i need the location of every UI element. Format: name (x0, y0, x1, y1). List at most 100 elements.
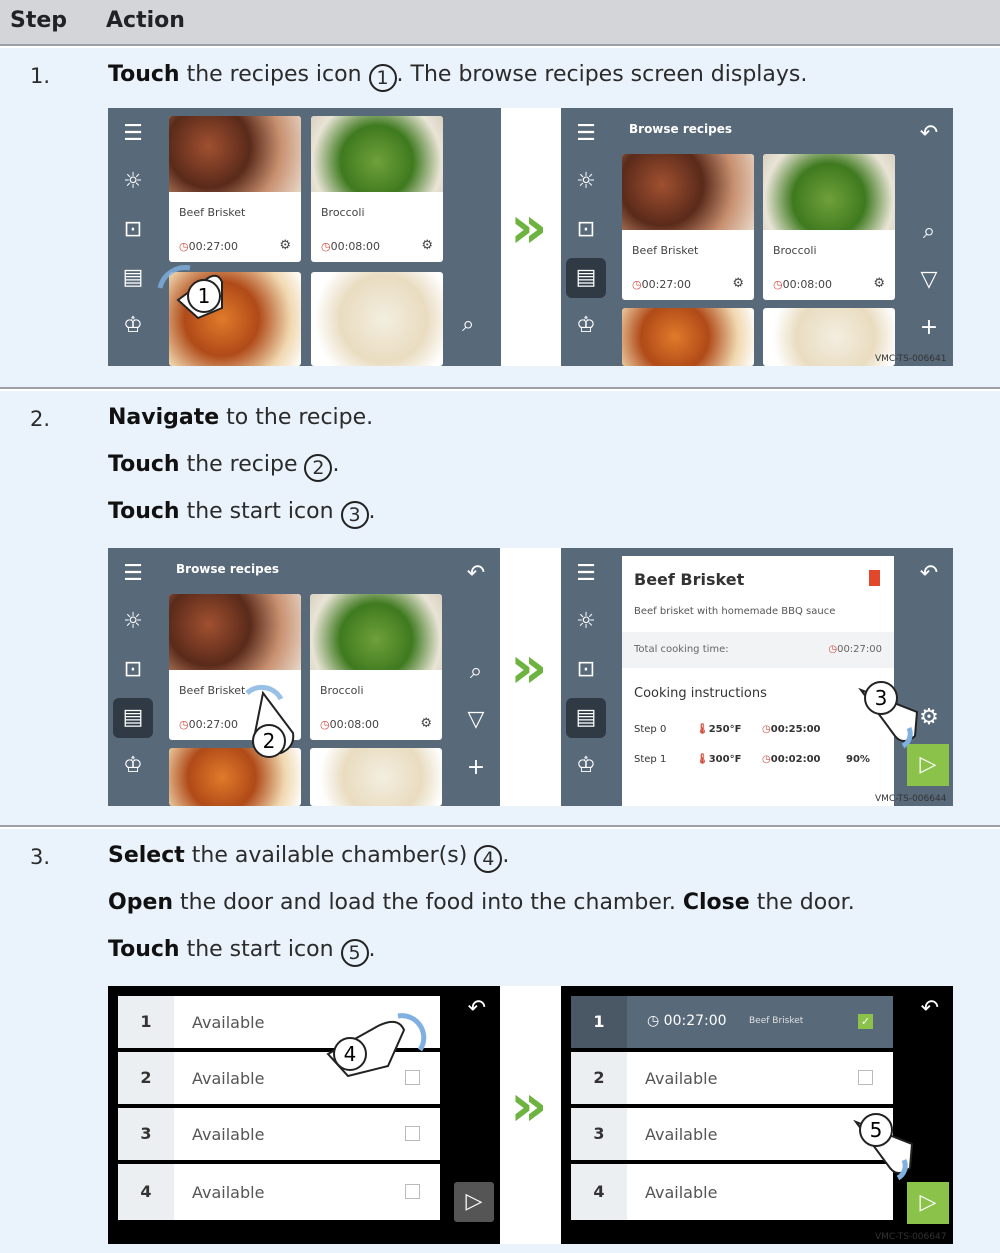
figure-reference: VMC-TS-006641 (875, 354, 947, 364)
recipes-icon[interactable]: ▤ (113, 698, 153, 738)
figure-reference: VMC-TS-006644 (875, 794, 947, 804)
chef-hat-icon[interactable]: ♔ (572, 752, 600, 780)
instruction-line: Select the available chamber(s) 4. (108, 843, 509, 873)
step-row-2: 2. Navigate to the recipe. Touch the rec… (0, 391, 1000, 827)
gear-icon: ⚙ (873, 276, 885, 291)
recipe-card[interactable]: Broccoli ◷00:08:00 ⚙ (763, 154, 895, 300)
svg-text:5: 5 (870, 1118, 883, 1142)
chef-hat-icon[interactable]: ♔ (572, 312, 600, 340)
recipes-icon[interactable]: ▤ (566, 698, 606, 738)
recipe-name: Beef Brisket (179, 206, 246, 219)
checkbox[interactable] (405, 1184, 420, 1199)
sun-icon[interactable]: ☼ (119, 608, 147, 636)
recipe-title: Beef Brisket (634, 570, 745, 589)
search-icon[interactable]: ⌕ (462, 312, 474, 337)
instruction-line: Touch the recipe 2. (108, 452, 339, 482)
recipes-icon[interactable]: ▤ (119, 264, 147, 292)
broccoli-image (311, 116, 443, 192)
action-column-header: Action (106, 8, 185, 33)
next-arrow-icon: » (510, 1071, 548, 1139)
checkbox[interactable] (858, 1070, 873, 1085)
chamber-row-selected[interactable]: 1 ◷ 00:27:00 Beef Brisket ✓ (571, 996, 893, 1048)
back-icon[interactable]: ↶ (462, 560, 490, 588)
table-header: Step Action (0, 0, 1000, 46)
recipes-icon[interactable]: ▤ (566, 258, 606, 298)
back-icon[interactable]: ↶ (468, 996, 486, 1021)
chamber-row[interactable]: 4 Available (571, 1164, 893, 1220)
chamber-row[interactable]: 2 Available (571, 1052, 893, 1104)
checkbox[interactable] (405, 1126, 420, 1141)
recipe-name: Broccoli (773, 244, 817, 257)
back-icon[interactable]: ↶ (915, 120, 943, 148)
menu-icon[interactable]: ☰ (119, 560, 147, 588)
sun-icon[interactable]: ☼ (572, 168, 600, 196)
hand-pointer-icon: 5 (846, 1098, 916, 1181)
total-time-value: ◷00:27:00 (828, 644, 882, 655)
chamber-row[interactable]: 4 Available (118, 1164, 440, 1220)
nav-bar: ☰ ☼ ⊡ ▤ ♔ (561, 548, 613, 806)
chamber-time: ◷ 00:27:00 (647, 1013, 727, 1029)
menu-icon[interactable]: ☰ (572, 120, 600, 148)
recipe-name: Broccoli (320, 684, 364, 697)
total-time-bar: Total cooking time: ◷00:27:00 (622, 632, 894, 668)
clock-icon: ◷ (321, 240, 331, 253)
lock-icon[interactable]: ⊡ (119, 656, 147, 684)
sun-icon[interactable]: ☼ (119, 168, 147, 196)
chef-hat-icon[interactable]: ♔ (119, 312, 147, 340)
chamber-recipe-name: Beef Brisket (749, 1016, 804, 1026)
screenshot-pair-3: 1 Available 2 Available 3 Available 4 Availa… (108, 986, 953, 1244)
total-time-label: Total cooking time: (634, 644, 729, 655)
recipe-subtitle: Beef brisket with homemade BBQ sauce (634, 606, 836, 617)
next-arrow-icon: » (510, 193, 548, 261)
brisket-image (169, 116, 301, 192)
start-button[interactable]: ▷ (907, 1182, 949, 1224)
recipe-card[interactable]: Broccoli ◷00:08:00 ⚙ (311, 116, 443, 262)
brisket-image (622, 154, 754, 230)
chamber-selected-screen: 1 ◷ 00:27:00 Beef Brisket ✓ 2 Available 3… (561, 986, 953, 1244)
clock-icon: ◷ (632, 278, 642, 291)
bookmark-icon[interactable] (869, 570, 880, 586)
search-icon[interactable]: ⌕ (915, 218, 943, 246)
svg-text:2: 2 (263, 729, 276, 753)
recipe-card[interactable] (310, 748, 442, 806)
back-icon[interactable]: ↶ (921, 996, 939, 1021)
search-icon[interactable]: ⌕ (462, 658, 490, 686)
instruction-step-1: Step 1 🌡300°F ◷00:02:00 90% (634, 754, 870, 765)
svg-text:4: 4 (344, 1042, 357, 1066)
recipe-time: ◷00:27:00 (632, 278, 692, 291)
instructions-heading: Cooking instructions (634, 686, 767, 701)
chamber-row[interactable]: 3 Available (571, 1108, 893, 1160)
chamber-select-screen: 1 Available 2 Available 3 Available 4 Availa… (108, 986, 500, 1244)
menu-icon[interactable]: ☰ (572, 560, 600, 588)
instruction-step-0: Step 0 🌡250°F ◷00:25:00 (634, 724, 821, 735)
filter-icon[interactable]: ▽ (915, 266, 943, 294)
hand-pointer-icon: 1 (148, 238, 223, 320)
chef-hat-icon[interactable]: ♔ (119, 752, 147, 780)
add-icon[interactable]: + (915, 314, 943, 342)
lock-icon[interactable]: ⊡ (572, 216, 600, 244)
chamber-row[interactable]: 3 Available (118, 1108, 440, 1160)
filter-icon[interactable]: ▽ (462, 706, 490, 734)
recipe-card[interactable] (311, 272, 443, 366)
lock-icon[interactable]: ⊡ (572, 656, 600, 684)
recipe-card[interactable] (622, 308, 754, 366)
back-icon[interactable]: ↶ (915, 560, 943, 588)
add-icon[interactable]: + (462, 754, 490, 782)
instruction-line: Touch the start icon 5. (108, 937, 376, 967)
checkbox-checked-icon[interactable]: ✓ (858, 1014, 873, 1029)
figure-reference: VMC-TS-006647 (875, 1232, 947, 1242)
sun-icon[interactable]: ☼ (572, 608, 600, 636)
menu-icon[interactable]: ☰ (119, 120, 147, 148)
start-button[interactable]: ▷ (454, 1182, 494, 1222)
lock-icon[interactable]: ⊡ (119, 216, 147, 244)
gear-icon: ⚙ (420, 716, 432, 731)
browse-recipes-screen: ☰ ☼ ⊡ ▤ ♔ Browse recipes Beef Brisket ◷0… (108, 548, 500, 806)
recipe-card[interactable]: Beef Brisket ◷00:27:00 ⚙ (622, 154, 754, 300)
broccoli-image (763, 154, 895, 230)
browse-recipes-screen: ☰ ☼ ⊡ ▤ ♔ Browse recipes Beef Brisket ◷0… (561, 108, 953, 366)
recipe-time: ◷00:08:00 (773, 278, 833, 291)
home-screen: ☰ ☼ ⊡ ▤ ♔ Beef Brisket ◷00:27:00 ⚙ Brocc… (108, 108, 501, 366)
screenshot-pair-2: ☰ ☼ ⊡ ▤ ♔ Browse recipes Beef Brisket ◷0… (108, 548, 953, 806)
step-number: 3. (30, 845, 51, 869)
recipe-card[interactable]: Broccoli ◷00:08:00 ⚙ (310, 594, 442, 740)
